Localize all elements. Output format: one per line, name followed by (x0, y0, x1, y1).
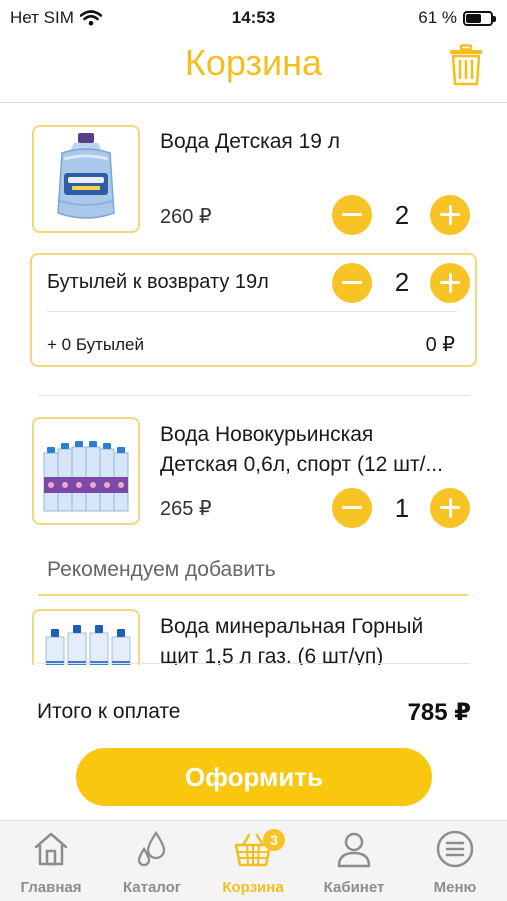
total-label: Итого к оплате (37, 700, 181, 723)
tab-label: Корзина (222, 879, 284, 896)
tab-bar: Главная Каталог 3 Корзина Кабинет Меню (0, 820, 507, 901)
product-name-line2: Детская 0,6л, спорт (12 шт/... (160, 453, 443, 476)
trash-button[interactable] (449, 44, 483, 86)
recommend-product-name-line2: щит 1,5 л газ. (6 шт/уп) (160, 645, 384, 665)
recommend-product-image[interactable] (32, 609, 140, 665)
checkout-button[interactable]: Оформить (76, 748, 432, 806)
product-price: 265 ₽ (160, 498, 212, 520)
battery-percent: 61 % (418, 8, 457, 27)
quantity-value: 1 (394, 493, 410, 523)
page-title: Корзина (184, 42, 323, 83)
tab-catalog[interactable]: Каталог (102, 821, 202, 901)
increase-button[interactable] (430, 195, 470, 235)
total-value: 785 ₽ (407, 699, 471, 726)
tab-label: Кабинет (323, 879, 385, 896)
product-image-water-0-6l[interactable] (32, 417, 140, 525)
recommend-product-name-line1: Вода минеральная Горный (160, 615, 424, 638)
return-bottles-price: 0 ₽ (425, 334, 455, 356)
tab-cart[interactable]: 3 Корзина (203, 821, 303, 901)
return-increase-button[interactable] (430, 263, 470, 303)
recommend-underline (38, 594, 468, 596)
trash-icon (450, 44, 482, 86)
divider (47, 311, 457, 312)
tab-menu[interactable]: Меню (405, 821, 505, 901)
return-label: Бутылей к возврату 19л (47, 271, 269, 293)
battery-icon (463, 10, 496, 26)
scroll-edge-divider (38, 663, 470, 664)
water-bottle-19l-image (57, 133, 115, 219)
tab-label: Меню (433, 879, 477, 896)
plus-icon-vertical (448, 205, 452, 225)
mineral-water-pack-image (45, 625, 131, 665)
bottle-return-box: Бутылей к возврату 19л 2 + 0 Бутылей 0 ₽ (30, 253, 477, 367)
tab-label: Главная (20, 879, 82, 896)
drops-icon (137, 830, 166, 867)
menu-icon (436, 830, 474, 868)
tab-label: Каталог (122, 879, 182, 896)
status-right: 61 % (418, 8, 496, 28)
product-name: Вода Детская 19 л (160, 130, 341, 153)
decrease-button[interactable] (332, 195, 372, 235)
cart-badge: 3 (263, 829, 285, 851)
plus-icon-vertical (448, 498, 452, 518)
decrease-button[interactable] (332, 488, 372, 528)
tab-account[interactable]: Кабинет (304, 821, 404, 901)
product-price: 260 ₽ (160, 206, 212, 228)
return-bottles-text: + 0 Бутылей (47, 335, 144, 354)
product-image-water-19l[interactable] (32, 125, 140, 233)
tab-home[interactable]: Главная (1, 821, 101, 901)
recommend-title: Рекомендуем добавить (47, 558, 276, 581)
minus-icon (342, 281, 362, 284)
product-name-line1: Вода Новокурьинская (160, 423, 374, 446)
quantity-value: 2 (394, 200, 410, 230)
item-divider (38, 395, 470, 396)
minus-icon (342, 213, 362, 216)
minus-icon (342, 506, 362, 509)
status-bar: Нет SIM 14:53 61 % (0, 0, 507, 34)
nav-bar: Корзина (0, 34, 507, 103)
water-pack-image (43, 441, 129, 512)
cart-content[interactable]: Вода Детская 19 л 260 ₽ 2 Бутылей к возв… (0, 103, 507, 665)
battery-fill (466, 13, 481, 23)
plus-icon-vertical (448, 273, 452, 293)
return-quantity-value: 2 (394, 267, 410, 297)
increase-button[interactable] (430, 488, 470, 528)
return-decrease-button[interactable] (332, 263, 372, 303)
user-icon (337, 832, 371, 868)
home-icon (34, 832, 68, 866)
